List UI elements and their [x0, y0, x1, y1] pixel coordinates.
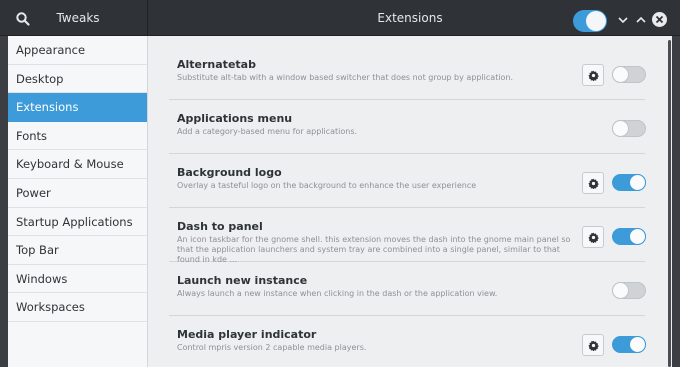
header-bar: Tweaks Extensions: [0, 0, 680, 36]
extension-description: Always launch a new instance when clicki…: [177, 289, 498, 298]
chevron-up-icon[interactable]: [634, 12, 648, 26]
sidebar-header: Tweaks: [0, 0, 148, 36]
search-icon[interactable]: [14, 10, 32, 28]
extension-title: Media player indicator: [177, 328, 317, 341]
extension-row-background-logo: Background logo Overlay a tasteful logo …: [169, 154, 646, 208]
extensions-global-switch[interactable]: [573, 10, 607, 32]
extension-toggle[interactable]: [612, 66, 646, 83]
toggle-knob: [629, 228, 646, 245]
scrollbar[interactable]: [668, 40, 671, 367]
extension-toggle[interactable]: [612, 174, 646, 191]
extensions-list: Alternatetab Substitute alt-tab with a w…: [169, 46, 646, 367]
extensions-panel: Alternatetab Substitute alt-tab with a w…: [148, 36, 672, 367]
app-title: Tweaks: [56, 11, 100, 25]
extension-toggle[interactable]: [612, 120, 646, 137]
extension-row-media-player-indicator: Media player indicator Control mpris ver…: [169, 316, 646, 367]
extension-toggle[interactable]: [612, 282, 646, 299]
switch-knob: [586, 11, 606, 31]
toggle-knob: [612, 120, 629, 137]
sidebar-item-windows[interactable]: Windows: [8, 265, 147, 294]
extension-description: Add a category-based menu for applicatio…: [177, 127, 358, 136]
extension-toggle[interactable]: [612, 336, 646, 353]
close-icon[interactable]: [652, 12, 667, 27]
sidebar-item-power[interactable]: Power: [8, 179, 147, 208]
toggle-knob: [612, 282, 629, 299]
sidebar-item-extensions[interactable]: Extensions: [8, 93, 147, 122]
extension-title: Alternatetab: [177, 58, 256, 71]
window-edge: [672, 36, 680, 367]
extension-description: Control mpris version 2 capable media pl…: [177, 343, 367, 352]
gear-icon[interactable]: [582, 172, 604, 194]
extension-row-applications-menu: Applications menu Add a category-based m…: [169, 100, 646, 154]
extension-title: Launch new instance: [177, 274, 308, 287]
tweaks-window: Tweaks Extensions Appearance Desktop Ext…: [0, 0, 680, 367]
extension-row-dash-to-panel: Dash to panel An icon taskbar for the gn…: [169, 208, 646, 264]
sidebar: Appearance Desktop Extensions Fonts Keyb…: [8, 36, 148, 367]
extension-description: Substitute alt-tab with a window based s…: [177, 73, 514, 82]
sidebar-item-appearance[interactable]: Appearance: [8, 36, 147, 65]
sidebar-item-fonts[interactable]: Fonts: [8, 122, 147, 151]
toggle-knob: [629, 336, 646, 353]
extension-description: An icon taskbar for the gnome shell. thi…: [177, 235, 571, 264]
sidebar-item-startup-applications[interactable]: Startup Applications: [8, 208, 147, 237]
extension-toggle[interactable]: [612, 228, 646, 245]
sidebar-item-workspaces[interactable]: Workspaces: [8, 293, 147, 322]
sidebar-item-top-bar[interactable]: Top Bar: [8, 236, 147, 265]
gear-icon[interactable]: [582, 64, 604, 86]
extension-title: Applications menu: [177, 112, 293, 125]
extension-row-launch-new-instance: Launch new instance Always launch a new …: [169, 262, 646, 316]
extension-description: Overlay a tasteful logo on the backgroun…: [177, 181, 477, 190]
extension-title: Background logo: [177, 166, 282, 179]
sidebar-item-desktop[interactable]: Desktop: [8, 65, 147, 94]
gear-icon[interactable]: [582, 334, 604, 356]
toggle-knob: [612, 66, 629, 83]
extension-title: Dash to panel: [177, 220, 263, 233]
gear-icon[interactable]: [582, 226, 604, 248]
chevron-down-icon[interactable]: [616, 12, 630, 26]
toggle-knob: [629, 174, 646, 191]
sidebar-item-keyboard-mouse[interactable]: Keyboard & Mouse: [8, 150, 147, 179]
extension-row-alternatetab: Alternatetab Substitute alt-tab with a w…: [169, 46, 646, 100]
